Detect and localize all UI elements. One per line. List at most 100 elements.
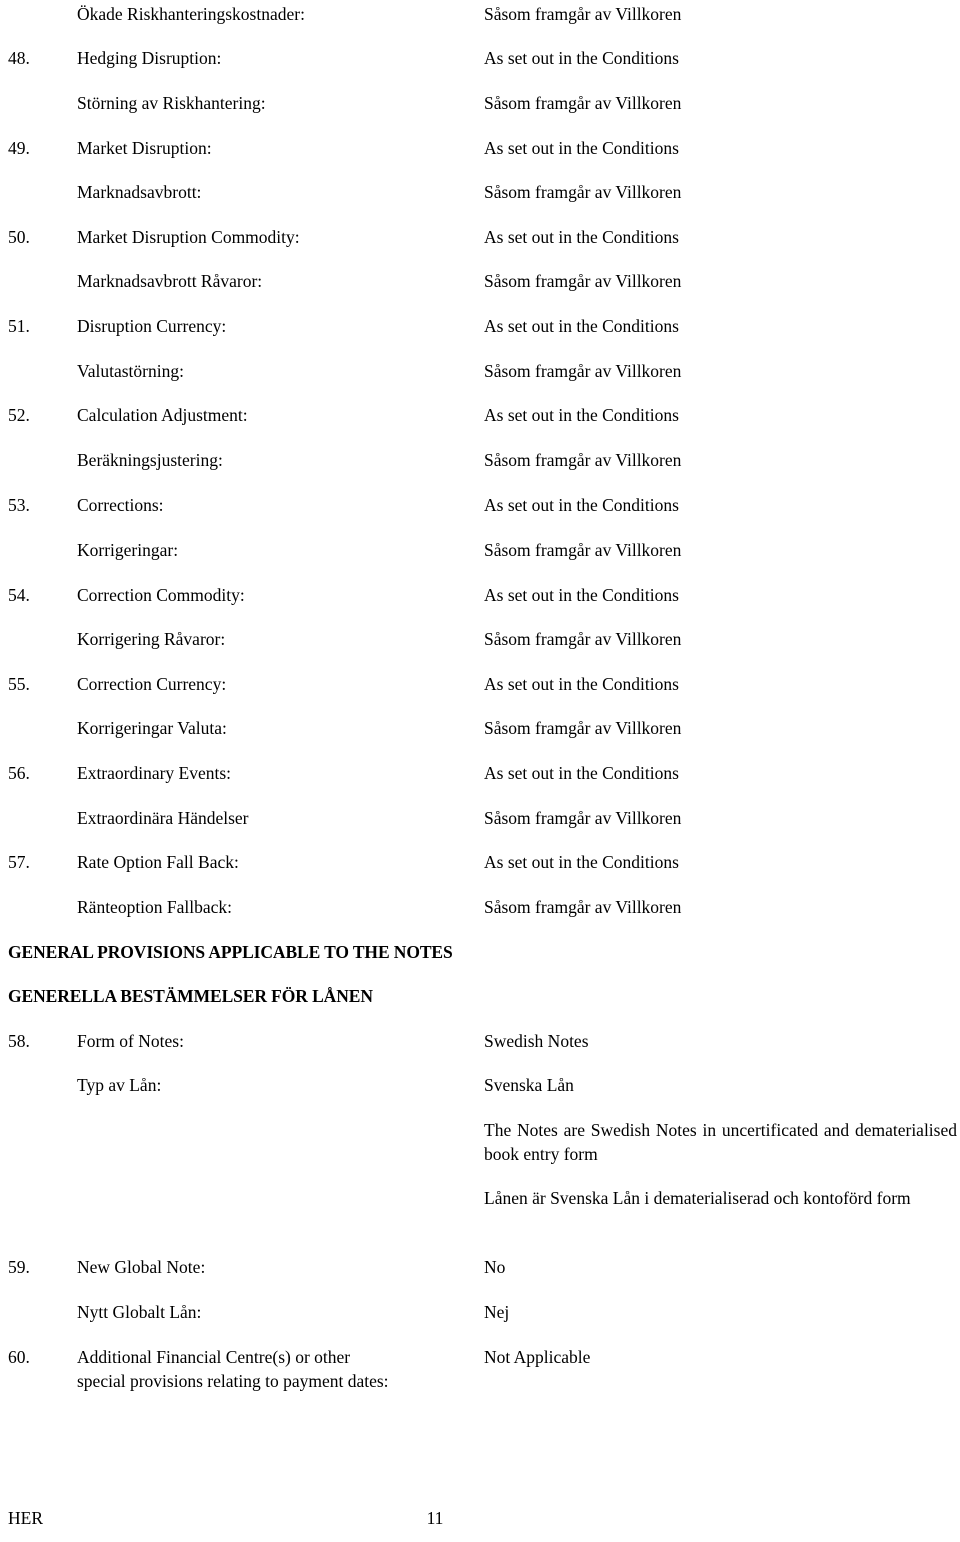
table-row: 50. Market Disruption Commodity: As set ou… bbox=[0, 225, 960, 249]
item-number: 53. bbox=[8, 495, 30, 515]
table-row: Ränteoption Fallback: Såsom framgår av Vi… bbox=[0, 895, 960, 919]
item-label: Disruption Currency: bbox=[77, 316, 227, 336]
item-number: 56. bbox=[8, 763, 30, 783]
table-row: 55. Correction Currency: As set out in the… bbox=[0, 672, 960, 696]
item-value: As set out in the Conditions bbox=[484, 227, 679, 247]
item-value: Såsom framgår av Villkoren bbox=[484, 540, 682, 560]
item-label: Ränteoption Fallback: bbox=[77, 897, 233, 917]
table-row: 52. Calculation Adjustment: As set out in … bbox=[0, 403, 960, 427]
item-number: 51. bbox=[8, 316, 30, 336]
item-value: Såsom framgår av Villkoren bbox=[484, 93, 682, 113]
item-value: As set out in the Conditions bbox=[484, 585, 679, 605]
item-label: Form of Notes: bbox=[77, 1031, 184, 1051]
item-number: 48. bbox=[8, 48, 30, 68]
table-row: 54. Correction Commodity: As set out in th… bbox=[0, 583, 960, 607]
item-label: Extraordinära Händelser bbox=[77, 808, 249, 828]
item-label: Valutastörning: bbox=[77, 361, 184, 381]
item-value: As set out in the Conditions bbox=[484, 138, 679, 158]
table-row: Ökade Riskhanteringskostnader: Såsom fram… bbox=[0, 2, 960, 26]
item-value: As set out in the Conditions bbox=[484, 316, 679, 336]
table-row: 53. Corrections: As set out in the Conditi… bbox=[0, 493, 960, 517]
section-heading: GENERELLA BESTÄMMELSER FÖR LÅNEN bbox=[8, 986, 373, 1006]
item-number: 55. bbox=[8, 674, 30, 694]
table-row: Typ av Lån: Svenska Lån bbox=[0, 1073, 960, 1097]
item-number: 60. bbox=[8, 1347, 30, 1367]
item-number: 49. bbox=[8, 138, 30, 158]
item-label: Marknadsavbrott: bbox=[77, 182, 202, 202]
item-value: Såsom framgår av Villkoren bbox=[484, 4, 682, 24]
item-number: 52. bbox=[8, 405, 30, 425]
table-row: 48. Hedging Disruption: As set out in the … bbox=[0, 46, 960, 70]
item-value: Såsom framgår av Villkoren bbox=[484, 182, 682, 202]
table-row: Extraordinära Händelser Såsom framgår av … bbox=[0, 806, 960, 830]
table-row-item-60: 60. Additional Financial Centre(s) or ot… bbox=[0, 1345, 960, 1393]
table-row: Korrigering Råvaror: Såsom framgår av Vil… bbox=[0, 627, 960, 651]
table-row: Nytt Globalt Lån: Nej bbox=[0, 1300, 960, 1324]
item-label: Korrigeringar: bbox=[77, 540, 179, 560]
item-label-line-2: special provisions relating to payment d… bbox=[77, 1371, 389, 1391]
item-value: Nej bbox=[484, 1302, 510, 1322]
item-number: 57. bbox=[8, 852, 30, 872]
item-value: As set out in the Conditions bbox=[484, 495, 679, 515]
item-value: As set out in the Conditions bbox=[484, 48, 679, 68]
item-value: As set out in the Conditions bbox=[484, 674, 679, 694]
table-row: Beräkningsjustering: Såsom framgår av Vil… bbox=[0, 448, 960, 472]
item-label: Rate Option Fall Back: bbox=[77, 852, 239, 872]
item-value: Såsom framgår av Villkoren bbox=[484, 629, 682, 649]
item-value: Not Applicable bbox=[484, 1347, 591, 1367]
item-label: Market Disruption: bbox=[77, 138, 212, 158]
table-row: Störning av Riskhantering: Såsom framgår … bbox=[0, 91, 960, 115]
table-row: 59. New Global Note: No bbox=[0, 1255, 960, 1279]
item-label: Corrections: bbox=[77, 495, 164, 515]
item-value: As set out in the Conditions bbox=[484, 763, 679, 783]
item-value: Såsom framgår av Villkoren bbox=[484, 897, 682, 917]
item-label: Nytt Globalt Lån: bbox=[77, 1302, 202, 1322]
item-value: Såsom framgår av Villkoren bbox=[484, 718, 682, 738]
item-label: Correction Commodity: bbox=[77, 585, 245, 605]
item-value: Svenska Lån bbox=[484, 1075, 574, 1095]
item-label: Correction Currency: bbox=[77, 674, 227, 694]
table-row: 58. Form of Notes: Swedish Notes bbox=[0, 1029, 960, 1053]
item-value: Såsom framgår av Villkoren bbox=[484, 361, 682, 381]
item-label: Marknadsavbrott Råvaror: bbox=[77, 271, 263, 291]
section-heading: GENERAL PROVISIONS APPLICABLE TO THE NOT… bbox=[8, 942, 453, 962]
table-row: 57. Rate Option Fall Back: As set out in t… bbox=[0, 850, 960, 874]
item-value: Såsom framgår av Villkoren bbox=[484, 271, 682, 291]
table-row: Marknadsavbrott Råvaror: Såsom framgår av… bbox=[0, 269, 960, 293]
item-label: Ökade Riskhanteringskostnader: bbox=[77, 4, 305, 24]
page-footer: HER 11 bbox=[0, 1505, 960, 1531]
item-label: Calculation Adjustment: bbox=[77, 405, 248, 425]
item-label-line-1: Additional Financial Centre(s) or other bbox=[77, 1347, 351, 1367]
item-label: Market Disruption Commodity: bbox=[77, 227, 300, 247]
item-label: Extraordinary Events: bbox=[77, 763, 232, 783]
item-value: Såsom framgår av Villkoren bbox=[484, 450, 682, 470]
table-row: 56. Extraordinary Events: As set out in th… bbox=[0, 761, 960, 785]
item-label: Korrigeringar Valuta: bbox=[77, 718, 227, 738]
description-paragraph: The Notes are Swedish Notes in uncertifi… bbox=[484, 1120, 957, 1164]
description-paragraph: Lånen är Svenska Lån i dematerialiserad … bbox=[484, 1188, 911, 1208]
item-number: 54. bbox=[8, 585, 30, 605]
item-label: Beräkningsjustering: bbox=[77, 450, 223, 470]
document-page: Ökade Riskhanteringskostnader: Såsom fram… bbox=[0, 0, 960, 1542]
item-label: Störning av Riskhantering: bbox=[77, 93, 266, 113]
item-label: Korrigering Råvaror: bbox=[77, 629, 226, 649]
table-row: Korrigeringar: Såsom framgår av Villkoren bbox=[0, 538, 960, 562]
footer-page-number: 11 bbox=[426, 1508, 444, 1528]
table-row: 49. Market Disruption: As set out in the C… bbox=[0, 136, 960, 160]
item-label: Typ av Lån: bbox=[77, 1075, 162, 1095]
item-label: Additional Financial Centre(s) or other … bbox=[77, 1345, 465, 1393]
item-number: 58. bbox=[8, 1031, 30, 1051]
item-number: 59. bbox=[8, 1257, 30, 1277]
table-row: Valutastörning: Såsom framgår av Villkore… bbox=[0, 359, 960, 383]
item-label: New Global Note: bbox=[77, 1257, 206, 1277]
table-row: Korrigeringar Valuta: Såsom framgår av Vi… bbox=[0, 716, 960, 740]
table-row: Marknadsavbrott: Såsom framgår av Villkor… bbox=[0, 180, 960, 204]
item-value: Swedish Notes bbox=[484, 1031, 589, 1051]
item-label: Hedging Disruption: bbox=[77, 48, 222, 68]
item-value: No bbox=[484, 1257, 506, 1277]
item-number: 50. bbox=[8, 227, 30, 247]
item-value: As set out in the Conditions bbox=[484, 405, 679, 425]
item-value: Såsom framgår av Villkoren bbox=[484, 808, 682, 828]
item-value: As set out in the Conditions bbox=[484, 852, 679, 872]
table-row: 51. Disruption Currency: As set out in the… bbox=[0, 314, 960, 338]
